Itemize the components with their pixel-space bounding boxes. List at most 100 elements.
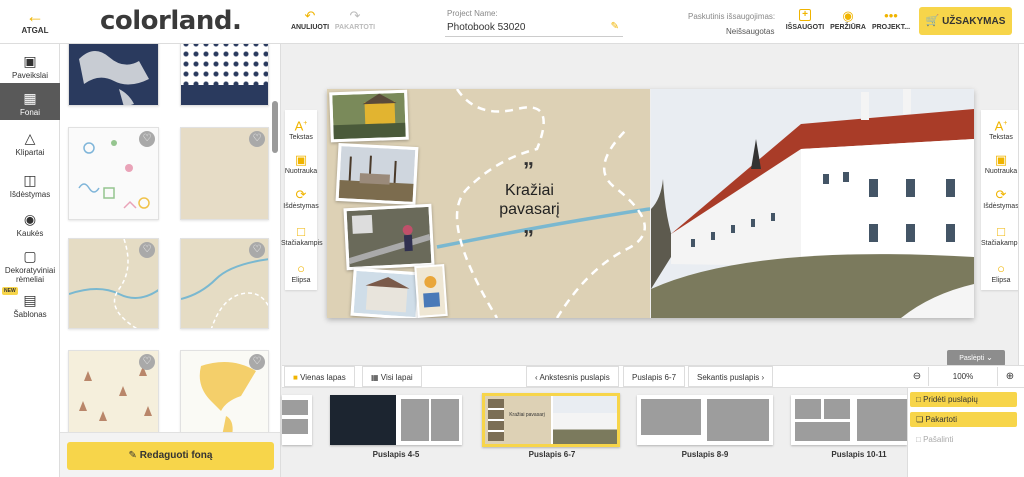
favorite-icon[interactable]: ♡: [139, 242, 155, 258]
spread-thumb-8-9[interactable]: [637, 395, 773, 445]
left-page[interactable]: „ Kražiai pavasarį „: [327, 89, 650, 318]
spread-thumb-partial[interactable]: [282, 395, 312, 445]
right-page-photo[interactable]: [651, 89, 974, 318]
backgrounds-panel: ♡ ♡ ♡ ♡ ♡ ♡ ✎ Redaguoti foną: [60, 44, 281, 477]
add-pages-button[interactable]: □ Pridėti puslapių: [910, 392, 1017, 407]
back-button[interactable]: ← ATGAL: [20, 7, 50, 35]
panel-scrollbar[interactable]: [272, 101, 278, 153]
pencil-icon: ✎: [610, 21, 619, 32]
photo-stairs[interactable]: [343, 203, 435, 271]
rectangle-tool[interactable]: □ Stačiakampis: [281, 224, 323, 247]
edit-background-button[interactable]: ✎ Redaguoti foną: [67, 442, 274, 470]
edit-background-label: Redaguoti foną: [139, 450, 213, 461]
mini-left-page: Kražiai pavasarį: [485, 396, 551, 444]
repeat-page-button[interactable]: ❏ Pakartoti: [910, 412, 1017, 427]
chevron-right-icon: ›: [761, 373, 765, 382]
delete-page-button[interactable]: □ Pašalinti: [910, 432, 1017, 447]
hide-label: Paslėpti: [959, 355, 985, 362]
spread-thumb-6-7[interactable]: Kražiai pavasarį: [482, 393, 620, 447]
add-text-tool[interactable]: A+ Tekstas: [281, 117, 321, 141]
favorite-icon[interactable]: ♡: [249, 242, 265, 258]
rectangle-tool-right[interactable]: □ Stačiakampis: [981, 225, 1023, 247]
all-pages-button[interactable]: ▦ Visi lapai: [362, 366, 422, 387]
ellipse-tool[interactable]: ○ Elipsa: [281, 262, 321, 284]
spread-thumb-10-11[interactable]: [791, 395, 907, 445]
single-page-icon: ■: [293, 373, 298, 382]
tool-label: Stačiakampis: [281, 240, 323, 247]
save-button[interactable]: + IŠSAUGOTI: [784, 9, 826, 31]
tool-label: Stačiakampis: [981, 240, 1023, 247]
spread-label: Puslapis 4-5: [372, 450, 420, 459]
undo-button[interactable]: ↶ ANULIUOTI: [288, 9, 332, 31]
background-thumb[interactable]: [180, 44, 269, 106]
logo[interactable]: colorland.: [100, 6, 242, 36]
photo-street[interactable]: [350, 267, 422, 318]
mini-photos: [488, 399, 504, 441]
photo-trees[interactable]: [335, 142, 419, 206]
zoom-in-button[interactable]: ⊕: [1000, 367, 1020, 386]
favorite-icon[interactable]: ♡: [139, 354, 155, 370]
next-page-button[interactable]: Sekantis puslapis ›: [688, 366, 774, 387]
sidebar-item-layout[interactable]: ◫ Išdėstymas: [0, 173, 60, 199]
favorite-icon[interactable]: ♡: [249, 131, 265, 147]
sidebar-item-images[interactable]: ▣ Paveikslai: [0, 54, 60, 80]
background-thumb[interactable]: ♡: [180, 127, 269, 220]
project-menu-button[interactable]: ••• PROJEKT...: [868, 9, 914, 31]
background-thumb[interactable]: ♡: [180, 238, 269, 329]
circle-icon: ○: [297, 261, 305, 276]
order-button[interactable]: 🛒 UŽSAKYMAS: [919, 7, 1012, 35]
favorite-icon[interactable]: ♡: [139, 131, 155, 147]
photo-mural[interactable]: [414, 264, 448, 318]
background-thumb[interactable]: ♡: [68, 238, 159, 329]
add-photo-tool-right[interactable]: ▣ Nuotrauka: [981, 153, 1021, 175]
redo-button[interactable]: ↷ PAKARTOTI: [334, 9, 376, 31]
layout-tool[interactable]: ⟳ Išdėstymas: [281, 188, 321, 210]
single-page-button[interactable]: ■ Vienas lapas: [284, 366, 355, 387]
layout-icon: ◫: [23, 172, 37, 188]
placeholder-frame: [282, 400, 308, 415]
previous-page-label: Ankstesnis puslapis: [539, 373, 610, 382]
photo-plus-icon: ▣: [294, 152, 308, 167]
background-thumb[interactable]: [68, 44, 159, 106]
favorite-icon[interactable]: ♡: [249, 354, 265, 370]
preview-button[interactable]: ◉ PERŽIŪRA: [827, 9, 869, 31]
project-name-input[interactable]: Photobook 53020 ✎: [445, 20, 623, 37]
shapes-icon: △: [24, 130, 36, 146]
add-text-tool-right[interactable]: A+ Tekstas: [981, 117, 1021, 141]
tool-label: Nuotrauka: [984, 168, 1018, 175]
repeat-label: Pakartoti: [925, 415, 957, 424]
sidebar-item-frames[interactable]: ▢ Dekoratyviniai rėmeliai: [0, 249, 60, 284]
layout-tool-right[interactable]: ⟳ Išdėstymas: [981, 188, 1021, 210]
background-thumb[interactable]: ♡: [68, 127, 159, 220]
hide-panel-button[interactable]: Paslėpti ⌄: [947, 350, 1005, 366]
placeholder-frame: [282, 419, 308, 434]
spread-label: Puslapis 6-7: [528, 450, 576, 459]
refresh-icon: ⟳: [295, 187, 307, 202]
ellipse-tool-right[interactable]: ○ Elipsa: [981, 262, 1021, 284]
title-line-1: Kražiai: [505, 182, 554, 199]
tool-label: Elipsa: [991, 277, 1011, 284]
sidebar-item-masks[interactable]: ◉ Kaukės: [0, 212, 60, 238]
placeholder-frame: [795, 422, 850, 441]
add-page-icon: □: [916, 395, 921, 404]
tool-label: Tekstas: [289, 134, 313, 142]
previous-page-button[interactable]: ‹ Ankstesnis puslapis: [526, 366, 619, 387]
tool-label: Išdėstymas: [983, 203, 1019, 210]
mural-photo: [416, 266, 446, 316]
background-thumb[interactable]: ♡: [180, 350, 269, 440]
sidebar-item-label: Šablonas: [13, 310, 47, 319]
spread-thumb-4-5[interactable]: [330, 395, 462, 445]
sidebar-item-cliparts[interactable]: △ Klipartai: [0, 131, 60, 157]
current-page-indicator: Puslapis 6-7: [623, 366, 686, 387]
sidebar-item-backgrounds[interactable]: ▦ Fonai: [0, 83, 60, 120]
zoom-out-button[interactable]: ⊖: [907, 367, 927, 386]
cart-icon: 🛒: [925, 15, 940, 27]
chevron-left-icon: ‹: [535, 373, 538, 382]
photo-yellow-house[interactable]: [329, 89, 409, 143]
sidebar-item-label: Išdėstymas: [9, 190, 51, 199]
sidebar-item-template[interactable]: ▤ Šablonas: [0, 293, 60, 319]
add-photo-tool[interactable]: ▣ Nuotrauka: [281, 153, 321, 175]
background-thumb[interactable]: ♡: [68, 350, 159, 440]
all-pages-label: Visi lapai: [380, 373, 413, 382]
square-icon: □: [297, 224, 305, 239]
